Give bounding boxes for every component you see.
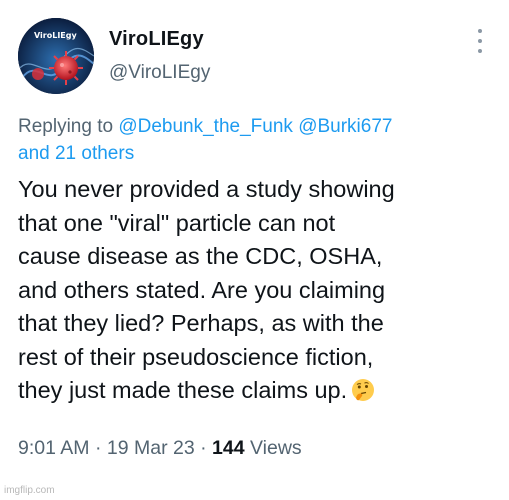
virus-avatar-icon: ViroLIEgy: [18, 18, 94, 94]
svg-text:ViroLIEgy: ViroLIEgy: [34, 31, 78, 40]
replying-to: Replying to @Debunk_the_Funk @Burki677 a…: [18, 113, 498, 167]
meta-separator: ·: [94, 437, 102, 459]
display-name[interactable]: ViroLIEgy: [109, 28, 204, 51]
tweet-text: You never provided a study showing that …: [18, 173, 498, 408]
more-options-icon[interactable]: [475, 29, 485, 53]
avatar[interactable]: ViroLIEgy: [18, 18, 94, 94]
tweet-card: ViroLIEgy ViroLIEgy @ViroLIEgy Replying …: [0, 0, 509, 500]
user-handle[interactable]: @ViroLIEgy: [109, 62, 210, 84]
replying-to-label: Replying to: [18, 116, 114, 137]
tweet-time[interactable]: 9:01 AM: [18, 437, 90, 459]
tweet-text-line: rest of their pseudoscience fiction,: [18, 343, 374, 370]
tweet-text-line: You never provided a study showing: [18, 176, 395, 202]
tweet-text-line: cause disease as the CDC, OSHA,: [18, 243, 383, 269]
thinking-face-emoji-icon: [352, 379, 375, 401]
mention-link[interactable]: @Burki677: [298, 116, 392, 137]
tweet-text-line: that they lied? Perhaps, as with the: [18, 310, 384, 336]
tweet-text-line-last: they just made these claims up.: [18, 374, 498, 408]
views-label: Views: [250, 437, 302, 459]
mention-link[interactable]: @Debunk_the_Funk: [118, 116, 293, 137]
tweet-date[interactable]: 19 Mar 23: [107, 437, 195, 459]
tweet-text-line: and others stated. Are you claiming: [18, 276, 386, 303]
tweet-text-line: that one "viral" particle can not: [18, 209, 336, 236]
others-link[interactable]: and 21 others: [18, 143, 134, 164]
tweet-meta: 9:01 AM · 19 Mar 23 · 144 Views: [18, 437, 302, 460]
tweet-text-line-content: they just made these claims up.: [18, 377, 348, 403]
meta-separator: ·: [200, 437, 207, 459]
watermark: imgflip.com: [4, 485, 55, 496]
views-count: 144: [212, 437, 245, 459]
